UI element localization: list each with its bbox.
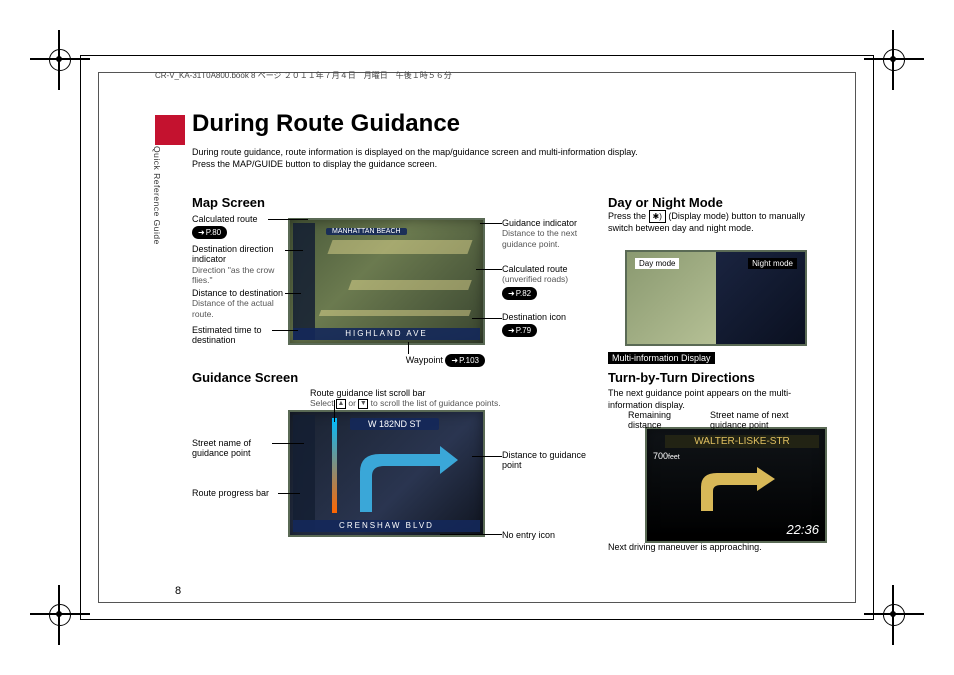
label-eta: Estimated time to destination: [192, 325, 282, 346]
label-street-name: Street name of guidance point: [192, 438, 277, 459]
heading-day-night: Day or Night Mode: [608, 195, 723, 210]
label-remaining-distance: Remaining distance: [628, 410, 688, 431]
crop-mark-icon: [30, 585, 90, 645]
map-screen-thumbnail: MANHATTAN BEACH HIGHLAND AVE: [288, 218, 485, 345]
page-ref-icon: P.79: [502, 324, 537, 337]
badge-multi-info-display: Multi-information Display: [608, 352, 715, 364]
maneuver-arrow-icon: [697, 467, 777, 515]
label-route-progress: Route progress bar: [192, 488, 277, 498]
page-number: 8: [175, 585, 181, 597]
crop-mark-icon: [864, 30, 924, 90]
display-mode-button-icon: ✱): [649, 210, 666, 223]
label-destination-icon: Destination icon P.79: [502, 312, 597, 337]
remaining-distance-value: 700feet: [653, 451, 680, 461]
heading-turn-by-turn: Turn-by-Turn Directions: [608, 370, 755, 385]
heading-guidance-screen: Guidance Screen: [192, 370, 298, 385]
clock-display: 22:36: [786, 522, 819, 537]
crop-mark-icon: [864, 585, 924, 645]
page-ref-icon: P.103: [445, 354, 485, 367]
label-distance-to-dest: Distance to destination Distance of the …: [192, 288, 287, 320]
guidance-hud-sidebar: [293, 415, 315, 532]
intro-line-1: During route guidance, route information…: [192, 147, 638, 157]
label-no-entry-icon: No entry icon: [502, 530, 587, 540]
up-arrow-button-icon: ▲: [336, 399, 346, 409]
day-night-thumbnail: Day mode Night mode: [625, 250, 807, 346]
day-night-paragraph: Press the ✱) (Display mode) button to ma…: [608, 210, 828, 235]
label-next-maneuver: Next driving maneuver is approaching.: [608, 542, 828, 552]
turn-by-turn-thumbnail: WALTER-LISKE-STR 700feet 22:36: [645, 427, 827, 543]
guidance-screen-thumbnail: W 182ND ST CRENSHAW BLVD: [288, 410, 485, 537]
guidance-street-label-top: W 182ND ST: [350, 418, 439, 430]
day-mode-tag: Day mode: [635, 258, 679, 269]
label-next-street-name: Street name of next guidance point: [710, 410, 810, 431]
down-arrow-button-icon: ▼: [358, 399, 368, 409]
map-hud-sidebar: [293, 223, 315, 340]
map-road-icon: [327, 240, 472, 254]
label-calc-unverified: Calculated route (unverified roads) P.82: [502, 264, 597, 300]
intro-text: During route guidance, route information…: [192, 146, 832, 170]
map-street-label-bottom: HIGHLAND AVE: [293, 328, 480, 340]
label-distance-to-point: Distance to guidance point: [502, 450, 587, 471]
map-street-label-top: MANHATTAN BEACH: [326, 228, 407, 235]
label-dest-direction: Destination direction indicator Directio…: [192, 244, 287, 286]
page-title: During Route Guidance: [192, 110, 460, 138]
heading-map-screen: Map Screen: [192, 195, 265, 210]
side-tab-label: Quick Reference Guide: [148, 146, 162, 245]
turn-arrow-icon: [350, 442, 470, 522]
heading-accent-bar: [155, 115, 185, 145]
guidance-street-label-bottom: CRENSHAW BLVD: [293, 520, 480, 532]
route-progress-bar-icon: [332, 418, 337, 513]
turn-by-turn-paragraph: The next guidance point appears on the m…: [608, 388, 828, 411]
night-mode-tag: Night mode: [748, 258, 797, 269]
page-ref-icon: P.80: [192, 226, 227, 239]
label-calculated-route: Calculated route P.80: [192, 214, 282, 239]
page-ref-icon: P.82: [502, 287, 537, 300]
map-road-icon: [319, 310, 471, 316]
crop-mark-icon: [30, 30, 90, 90]
map-road-icon: [348, 280, 472, 290]
label-waypoint: Waypoint P.103: [365, 352, 485, 367]
label-guidance-indicator: Guidance indicator Distance to the next …: [502, 218, 597, 250]
manual-page: CR-V_KA-31T0A800.book 8 ページ ２０１１年７月４日 月曜…: [0, 0, 954, 675]
label-scroll-bar: Route guidance list scroll bar Select ▲ …: [310, 388, 540, 409]
next-street-name: WALTER-LISKE-STR: [665, 435, 819, 448]
print-slug: CR-V_KA-31T0A800.book 8 ページ ２０１１年７月４日 月曜…: [155, 70, 452, 81]
intro-line-2: Press the MAP/GUIDE button to display th…: [192, 159, 437, 169]
